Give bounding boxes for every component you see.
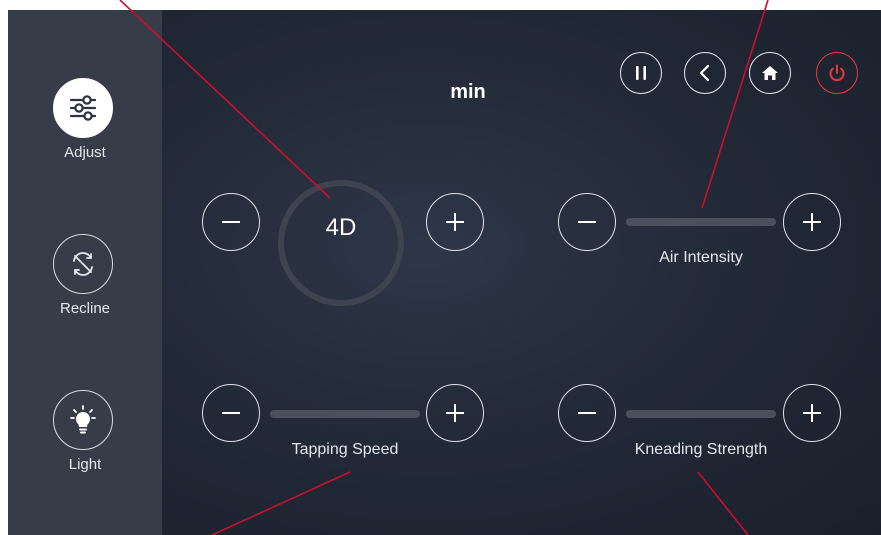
massage-control-screen: Adjust Recline Light min 4D Air Intensit… xyxy=(8,10,881,535)
mode-ring xyxy=(278,180,404,306)
lightbulb-icon xyxy=(53,390,113,450)
mode-value: 4D xyxy=(325,214,357,241)
back-chevron-icon xyxy=(699,64,710,82)
kneading-decrease-button[interactable] xyxy=(558,384,616,442)
plus-icon xyxy=(803,213,821,231)
sidebar: Adjust Recline Light xyxy=(8,10,162,535)
rotate-icon xyxy=(53,234,113,294)
air-increase-button[interactable] xyxy=(783,193,841,251)
sidebar-item-label: Light xyxy=(68,456,102,473)
sidebar-item-light[interactable]: Light xyxy=(8,390,162,500)
minus-icon xyxy=(222,412,240,414)
tapping-speed-slider[interactable] xyxy=(270,410,420,418)
kneading-increase-button[interactable] xyxy=(783,384,841,442)
power-button[interactable] xyxy=(816,52,858,94)
mode-increase-button[interactable] xyxy=(426,193,484,251)
kneading-strength-slider[interactable] xyxy=(626,410,776,418)
tapping-speed-label: Tapping Speed xyxy=(291,441,399,458)
tapping-decrease-button[interactable] xyxy=(202,384,260,442)
sidebar-item-label: Recline xyxy=(59,300,111,317)
mode-decrease-button[interactable] xyxy=(202,193,260,251)
home-button[interactable] xyxy=(749,52,791,94)
sliders-icon xyxy=(53,78,113,138)
power-icon xyxy=(829,64,845,82)
plus-icon xyxy=(803,404,821,422)
minus-icon xyxy=(578,412,596,414)
plus-icon xyxy=(446,213,464,231)
air-decrease-button[interactable] xyxy=(558,193,616,251)
pause-button[interactable] xyxy=(620,52,662,94)
page-title: min xyxy=(450,81,486,103)
kneading-strength-label: Kneading Strength xyxy=(634,441,768,458)
sidebar-item-recline[interactable]: Recline xyxy=(8,234,162,344)
tapping-increase-button[interactable] xyxy=(426,384,484,442)
sidebar-item-adjust[interactable]: Adjust xyxy=(8,78,162,188)
plus-icon xyxy=(446,404,464,422)
back-button[interactable] xyxy=(684,52,726,94)
minus-icon xyxy=(222,221,240,223)
minus-icon xyxy=(578,221,596,223)
sidebar-item-label: Adjust xyxy=(64,144,106,161)
air-intensity-slider[interactable] xyxy=(626,218,776,226)
air-intensity-label: Air Intensity xyxy=(659,249,743,266)
home-icon xyxy=(762,66,778,80)
pause-icon xyxy=(636,66,646,80)
